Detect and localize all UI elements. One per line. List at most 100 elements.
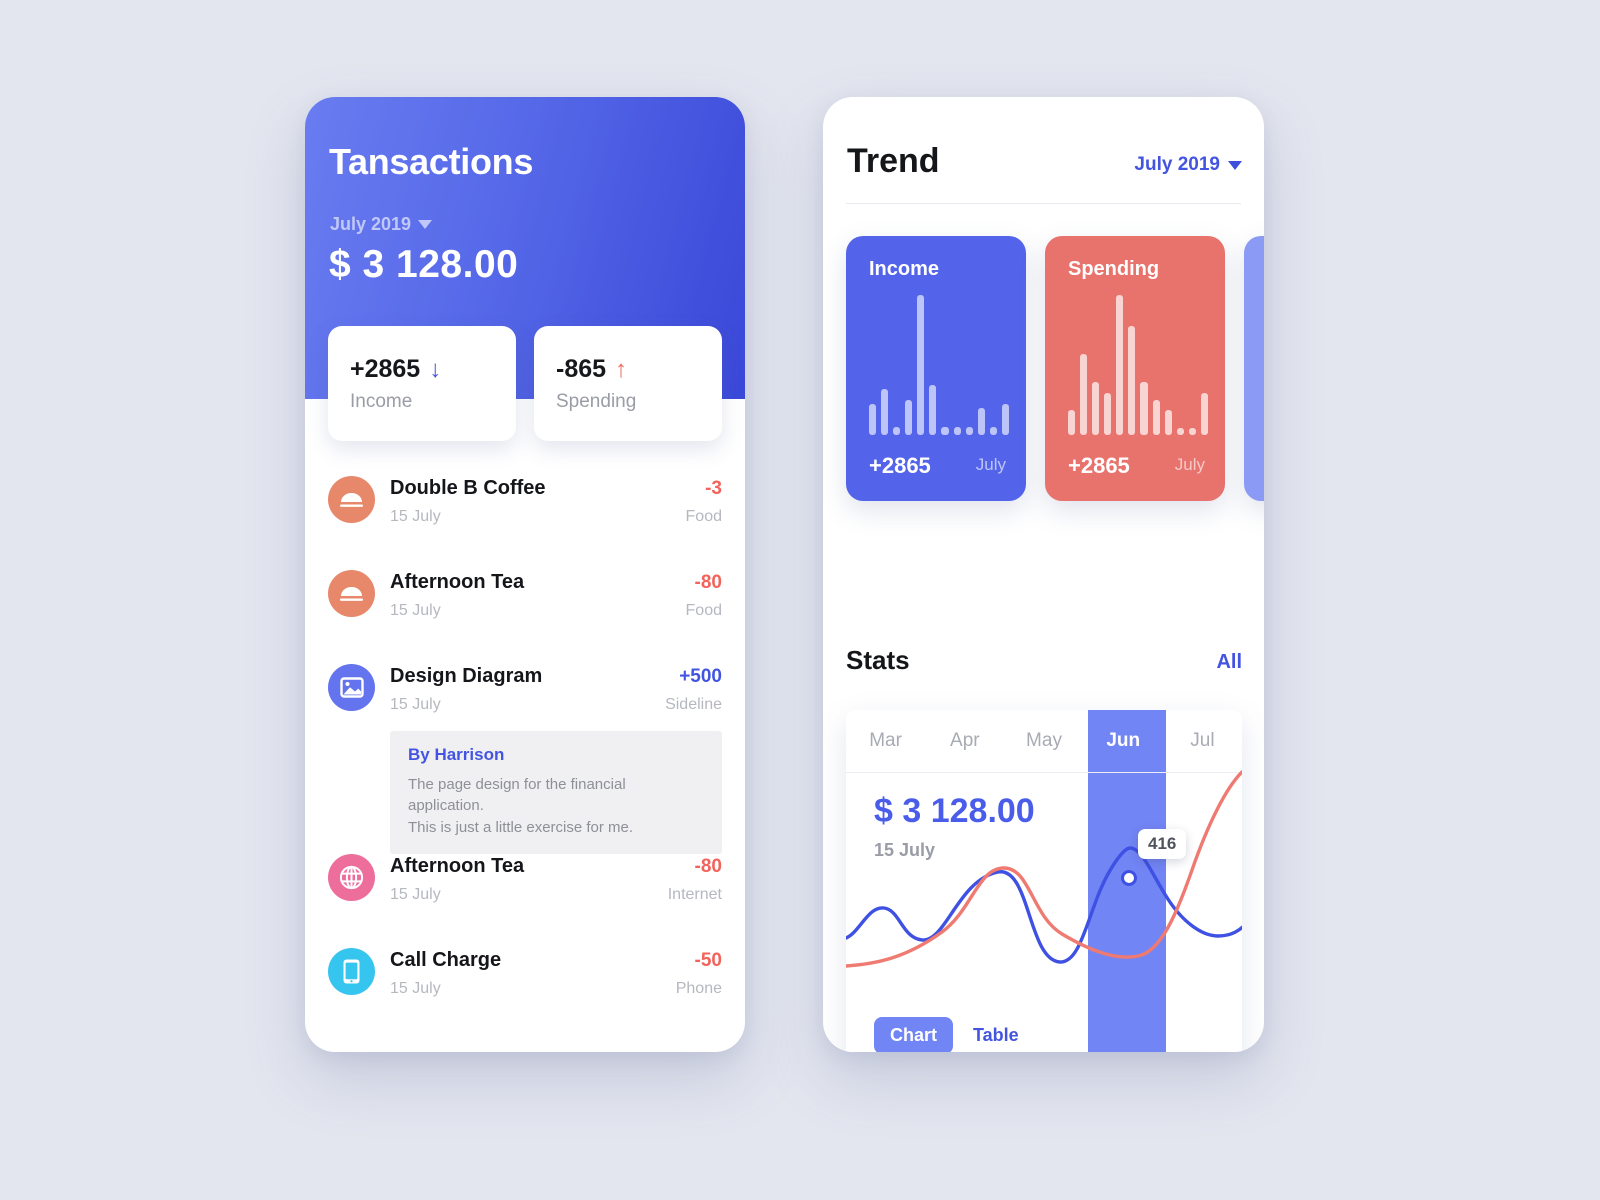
bar [1104, 393, 1112, 435]
transaction-amount: -3 [705, 478, 722, 499]
app-screenshot: Tansactions July 2019 $ 3 128.00 +2865 ↓… [0, 0, 1600, 1200]
bar [1128, 325, 1136, 435]
stats-line-chart [846, 770, 1242, 968]
stats-title: Stats [846, 645, 910, 675]
spending-bar-chart [1068, 295, 1208, 435]
trend-card-value: +2865 [869, 453, 931, 478]
bar [1068, 409, 1076, 435]
food-tray-icon [328, 570, 375, 617]
chart-highlight-point[interactable] [1121, 870, 1137, 886]
bar [1176, 428, 1184, 435]
trend-card-period: July [1174, 455, 1205, 474]
bar [1140, 381, 1148, 435]
bar [1200, 393, 1208, 435]
transaction-category: Food [685, 602, 722, 619]
trend-panel: Trend July 2019 Income +2865 July Spendi… [823, 97, 1264, 1052]
bar [989, 426, 997, 435]
spending-curve [846, 770, 1242, 968]
down-arrow-icon: ↓ [429, 355, 442, 383]
transactions-panel: Tansactions July 2019 $ 3 128.00 +2865 ↓… [305, 97, 745, 1052]
trend-title: Trend [847, 142, 940, 180]
bar [1152, 400, 1160, 435]
divider [846, 203, 1241, 204]
trend-card-period: July [975, 455, 1006, 474]
bar [917, 295, 925, 435]
bar [1164, 409, 1172, 435]
transaction-list: Double B Coffee 15 July -3 Food Afternoon Te… [305, 457, 745, 1023]
stats-chart-card: Mar Apr May Jun Jul $ 3 128.00 15 July 416 C… [846, 710, 1242, 1052]
trend-card-next-partial[interactable] [1244, 236, 1264, 501]
month-label: July 2019 [1134, 154, 1220, 175]
transaction-row[interactable]: Afternoon Tea 15 July -80 Internet [305, 835, 745, 929]
transaction-category: Phone [675, 980, 722, 997]
bar [881, 388, 889, 435]
bar [893, 426, 901, 435]
transaction-name: Call Charge [390, 949, 502, 971]
page-title: Tansactions [329, 141, 534, 182]
month-selector-right[interactable]: July 2019 [1134, 154, 1242, 176]
bar [1092, 381, 1100, 435]
bar [905, 400, 913, 435]
bar [1116, 295, 1124, 435]
transaction-name: Afternoon Tea [390, 571, 525, 593]
bar [965, 426, 973, 435]
bar [977, 408, 985, 435]
transaction-category: Internet [667, 886, 722, 903]
bar [1080, 353, 1088, 435]
chevron-down-icon [1228, 160, 1242, 170]
image-icon [328, 664, 375, 711]
transaction-amount: -80 [694, 856, 722, 877]
bar [1188, 428, 1196, 435]
month-selector-left[interactable]: July 2019 [330, 214, 433, 235]
income-label: Income [350, 391, 413, 412]
transaction-row[interactable]: Double B Coffee 15 July -3 Food [305, 457, 745, 551]
transaction-date: 15 July [390, 508, 441, 525]
transaction-amount: +500 [679, 666, 722, 687]
transaction-row[interactable]: Afternoon Tea 15 July -80 Food [305, 551, 745, 645]
transaction-row[interactable]: Design Diagram 15 July +500 Sideline By Harr… [305, 645, 745, 854]
trend-card-value: +2865 [1068, 453, 1130, 478]
trend-card-label: Income [869, 258, 940, 280]
chart-view-toggle: Chart Table [874, 1017, 1023, 1052]
stats-all-link[interactable]: All [1216, 651, 1242, 674]
income-summary-card[interactable]: +2865 ↓ Income [328, 326, 516, 441]
income-value-row: +2865 ↓ [350, 355, 441, 384]
note-line-1: The page design for the financial applic… [408, 776, 626, 815]
transaction-date: 15 July [390, 602, 441, 619]
transaction-row[interactable]: Call Charge 15 July -50 Phone [305, 929, 745, 1023]
tab-chart[interactable]: Chart [874, 1017, 954, 1052]
income-curve [846, 846, 1242, 964]
income-value: +2865 [350, 355, 421, 383]
transaction-date: 15 July [390, 696, 441, 713]
transaction-date: 15 July [390, 980, 441, 997]
transaction-name: Double B Coffee [390, 477, 546, 499]
up-arrow-icon: ↑ [615, 355, 628, 383]
transaction-category: Food [685, 508, 722, 525]
trend-card-income[interactable]: Income +2865 July [846, 236, 1026, 501]
transaction-date: 15 July [390, 886, 441, 903]
tab-table[interactable]: Table [969, 1017, 1023, 1052]
phone-icon [328, 948, 375, 995]
spending-summary-card[interactable]: -865 ↑ Spending [534, 326, 722, 441]
transaction-name: Design Diagram [390, 665, 543, 687]
food-tray-icon [328, 476, 375, 523]
bar [941, 426, 949, 435]
trend-card-carousel[interactable]: Income +2865 July Spending +2865 July [823, 236, 1264, 501]
trend-card-label: Spending [1068, 258, 1160, 280]
chevron-down-icon [418, 220, 433, 229]
transaction-category: Sideline [665, 696, 722, 713]
total-amount: $ 3 128.00 [329, 243, 519, 286]
note-author: By Harrison [408, 745, 505, 764]
month-label: July 2019 [330, 214, 412, 234]
trend-card-spending[interactable]: Spending +2865 July [1045, 236, 1225, 501]
bar [953, 426, 961, 435]
globe-icon [328, 854, 375, 901]
transaction-amount: -80 [694, 572, 722, 593]
chart-tooltip: 416 [1138, 829, 1187, 859]
income-bar-chart [869, 295, 1009, 435]
spending-value-row: -865 ↑ [556, 355, 627, 384]
transaction-name: Afternoon Tea [390, 855, 525, 877]
bar [1001, 404, 1009, 435]
spending-value: -865 [556, 355, 607, 383]
bar [869, 404, 877, 435]
